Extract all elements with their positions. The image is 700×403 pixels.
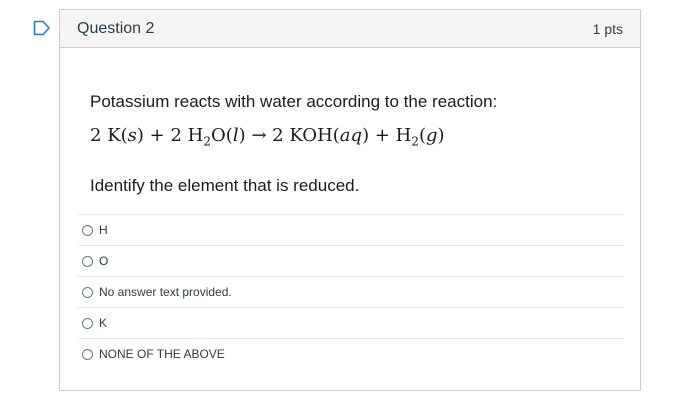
equation-state-l: l bbox=[232, 125, 239, 146]
equation-h2-sub: 2 bbox=[411, 134, 419, 149]
chemical-equation: 2 K(s) + 2 H2O(l) → 2 KOH(aq) + H2(g) bbox=[90, 125, 445, 149]
radio-button-icon[interactable] bbox=[82, 255, 93, 267]
equation-state-aq: aq bbox=[339, 125, 363, 146]
answer-label[interactable]: O bbox=[99, 254, 108, 268]
equation-arrow: → bbox=[251, 125, 267, 146]
answer-option-o[interactable]: O bbox=[78, 245, 624, 276]
radio-button-icon[interactable] bbox=[82, 317, 93, 329]
equation-k: K bbox=[107, 125, 121, 146]
answer-label[interactable]: No answer text provided. bbox=[99, 285, 232, 299]
equation-h: H bbox=[187, 125, 204, 146]
answer-option-h[interactable]: H bbox=[78, 214, 624, 245]
answer-label[interactable]: H bbox=[99, 223, 108, 237]
question-points: 1 pts bbox=[592, 20, 623, 37]
answer-label[interactable]: K bbox=[99, 316, 107, 330]
answer-option-k[interactable]: K bbox=[78, 307, 624, 338]
answer-option-none[interactable]: NONE OF THE ABOVE bbox=[78, 338, 624, 369]
equation-state-g: g bbox=[426, 125, 438, 146]
equation-h2: H bbox=[395, 125, 412, 146]
answer-option-no-text[interactable]: No answer text provided. bbox=[78, 276, 624, 307]
question-instruction: Identify the element that is reduced. bbox=[90, 176, 360, 195]
radio-button-icon[interactable] bbox=[82, 224, 93, 236]
answer-label[interactable]: NONE OF THE ABOVE bbox=[99, 347, 225, 361]
radio-button-icon[interactable] bbox=[82, 348, 93, 360]
equation-coef-2: 2 bbox=[170, 125, 182, 146]
answer-list: H O No answer text provided. K NONE OF T… bbox=[78, 214, 624, 369]
question-card: Question 2 1 pts Potassium reacts with w… bbox=[59, 9, 641, 391]
equation-coef-1: 2 bbox=[90, 125, 102, 146]
question-title: Question 2 bbox=[77, 19, 155, 37]
equation-coef-3: 2 bbox=[272, 125, 284, 146]
question-prompt: Potassium reacts with water according to… bbox=[90, 92, 498, 111]
equation-o: O bbox=[211, 125, 226, 146]
equation-h-sub: 2 bbox=[203, 134, 212, 149]
equation-state-s: s bbox=[127, 125, 137, 146]
radio-button-icon[interactable] bbox=[82, 286, 93, 298]
flag-question-icon[interactable] bbox=[33, 20, 51, 36]
question-header: Question 2 1 pts bbox=[60, 10, 640, 48]
equation-koh: KOH bbox=[289, 125, 333, 146]
